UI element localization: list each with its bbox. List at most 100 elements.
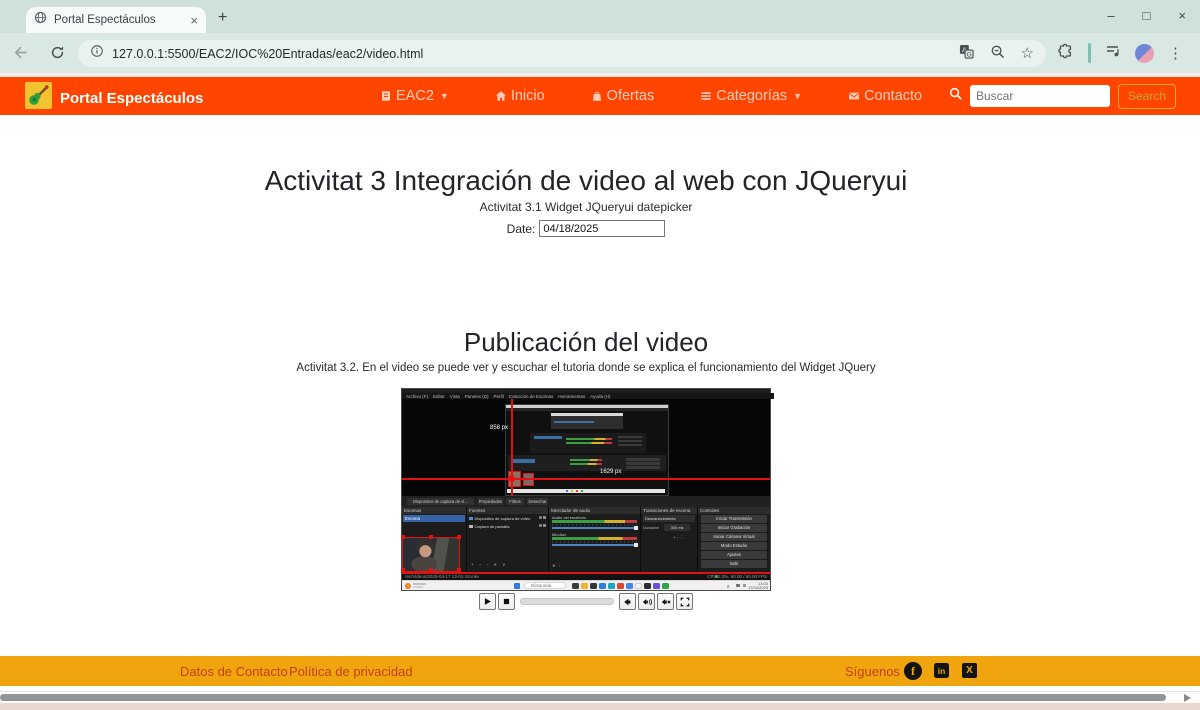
window-controls: – □ × (1107, 8, 1186, 23)
new-tab-button[interactable]: + (218, 9, 227, 27)
obs-studio-mode-button: Modo Estudio (701, 542, 767, 550)
media-controls-icon[interactable] (1105, 43, 1121, 64)
chevron-down-icon: ▼ (440, 91, 449, 101)
minimize-button[interactable]: – (1107, 8, 1114, 23)
page-footer: Datos de Contacto Política de privacidad… (0, 656, 1200, 686)
brand[interactable]: Portal Espectáculos (25, 82, 203, 114)
chevron-down-icon: ▼ (793, 91, 802, 101)
url-text[interactable]: 127.0.0.1:5500/EAC2/IOC%20Entradas/eac2/… (112, 47, 959, 61)
obs-transitions-panel: Transiciones de escena Desvanecimiento D… (641, 507, 697, 572)
selection-handle (457, 568, 461, 572)
obs-performance-stats: CPU 2.3%, 60.00 / 60.00 FPS (707, 574, 767, 579)
search-icon (949, 87, 962, 105)
taskbar-clock: 13:03 17/04/2025 (748, 582, 768, 591)
nav-item-eac2[interactable]: EAC2 ▼ (380, 88, 449, 104)
selection-handle (401, 568, 405, 572)
obs-mixer-title: Mezclador de audio (549, 507, 640, 514)
selection-handle (429, 568, 433, 572)
obs-menu-item: Paneles (D) (465, 394, 489, 399)
tab-title: Portal Espectáculos (54, 14, 183, 26)
svg-text:G: G (966, 51, 971, 58)
nav-item-categorias[interactable]: Categorías ▼ (700, 88, 802, 104)
nav-item-inicio[interactable]: Inicio (495, 88, 545, 104)
seek-slider[interactable] (520, 598, 614, 605)
webcam-overlay (402, 537, 460, 572)
obs-source-row: Dispositivo de captura de vídeo (475, 516, 531, 521)
obs-start-stream-button: Iniciar Transmisión (701, 515, 767, 523)
nav-item-ofertas[interactable]: Ofertas (591, 88, 655, 104)
obs-duration-label: Duración (643, 525, 659, 530)
obs-settings-button: Ajustes (701, 551, 767, 559)
obs-sources-title: Fuentes (467, 507, 548, 514)
date-label: Date: (507, 222, 536, 236)
fullscreen-button[interactable] (676, 593, 693, 610)
obs-start-record-button: Iniciar Grabación (701, 524, 767, 532)
back-icon[interactable] (12, 44, 29, 66)
selection-handle (429, 535, 433, 539)
linkedin-icon[interactable]: in (934, 663, 949, 678)
date-input[interactable] (539, 220, 665, 237)
close-button[interactable]: × (1178, 8, 1186, 23)
omnibox-icons: AG ☆ (959, 44, 1034, 64)
browser-menu-icon[interactable]: ⋮ (1168, 46, 1183, 61)
volume-low-button[interactable] (619, 593, 636, 610)
video-player[interactable]: Archivo (F) Editar Vista Paneles (D) Per… (402, 389, 770, 590)
obs-filters-button: Filtros (506, 498, 524, 505)
nav-item-label: Inicio (511, 88, 545, 104)
obs-properties-button: Propiedades (478, 498, 503, 505)
obs-mixer-panel: Mezclador de audio Audio del escritorio … (549, 507, 640, 572)
follow-us-label: Síguenos (845, 664, 900, 679)
obs-controls-title: Controles (698, 507, 770, 514)
reload-icon[interactable] (50, 45, 65, 65)
maximize-button[interactable]: □ (1143, 8, 1151, 23)
nav-item-label: Contacto (864, 88, 922, 104)
extensions-puzzle-icon[interactable] (1058, 43, 1074, 64)
facebook-icon[interactable]: f (904, 662, 922, 680)
obs-menu-item: Vista (450, 394, 460, 399)
obs-transitions-title: Transiciones de escena (641, 507, 697, 514)
toolbar-separator (1088, 43, 1091, 63)
brand-name: Portal Espectáculos (60, 90, 203, 107)
translate-icon[interactable]: AG (959, 44, 974, 64)
obs-virtual-cam-button: Iniciar Cámara Virtual (701, 533, 767, 541)
browser-tab[interactable]: Portal Espectáculos × (26, 7, 206, 33)
profile-avatar[interactable] (1135, 44, 1154, 63)
footer-link-contact[interactable]: Datos de Contacto (180, 664, 288, 679)
volume-up-button[interactable] (638, 593, 655, 610)
activity-31-subtitle: Activitat 3.1 Widget JQueryui datepicker (0, 200, 1172, 214)
selection-handle (457, 535, 461, 539)
nav-item-contacto[interactable]: Contacto (848, 88, 922, 104)
scrollbar-thumb[interactable] (0, 694, 1166, 701)
footer-link-privacy[interactable]: Política de privacidad (289, 664, 413, 679)
search-button[interactable]: Search (1118, 84, 1176, 109)
window-bottom-edge (0, 703, 1200, 710)
obs-menu-item: Archivo (F) (406, 394, 428, 399)
obs-source-toolbar: Dispositivo de captura de ví... Propieda… (402, 496, 770, 507)
x-twitter-icon[interactable]: X (962, 663, 977, 678)
selection-handle (401, 535, 405, 539)
nav-search-area: Search (949, 77, 1176, 115)
capture-region-marker (508, 475, 515, 482)
address-bar[interactable]: 127.0.0.1:5500/EAC2/IOC%20Entradas/eac2/… (78, 40, 1046, 67)
play-button[interactable] (479, 593, 496, 610)
tab-favicon-globe-icon (34, 11, 47, 29)
obs-duration-value: 300 ms (664, 524, 690, 531)
video-section-subtitle: Activitat 3.2. En el video se puede ver … (0, 362, 1172, 374)
stop-button[interactable] (498, 593, 515, 610)
zoom-icon[interactable] (990, 44, 1005, 64)
obs-menu-item: Perfil (493, 394, 503, 399)
tab-close-icon[interactable]: × (190, 13, 198, 28)
site-info-icon[interactable] (90, 44, 104, 63)
capture-width-label: 1629 px (600, 469, 621, 475)
obs-sources-footer-icons: + − ◦ ∧ ∨ (471, 562, 507, 568)
capture-region-hline (402, 478, 770, 480)
player-controls (0, 593, 1172, 610)
search-input[interactable] (970, 85, 1110, 107)
mute-button[interactable] (657, 593, 674, 610)
nav-item-label: Categorías (716, 88, 787, 104)
obs-menu-item: Colección de Escenas (509, 394, 554, 399)
obs-nested-window (505, 404, 669, 496)
scrollbar-right-arrow-icon[interactable] (1184, 694, 1191, 702)
page-title: Activitat 3 Integración de video al web … (0, 165, 1172, 197)
bookmark-star-icon[interactable]: ☆ (1021, 46, 1034, 61)
